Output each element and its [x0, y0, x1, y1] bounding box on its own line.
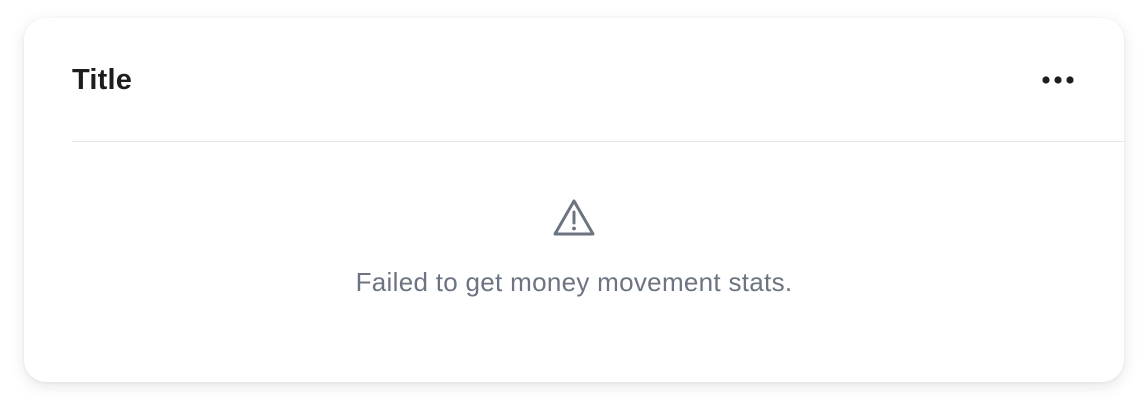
error-message: Failed to get money movement stats.: [355, 267, 793, 297]
more-options-button[interactable]: [1034, 62, 1082, 98]
card-header: Title: [72, 18, 1124, 142]
error-state: Failed to get money movement stats.: [24, 198, 1124, 298]
more-horizontal-icon: [1042, 76, 1074, 84]
card-title: Title: [72, 64, 133, 96]
warning-triangle-icon: [553, 199, 595, 236]
stats-card: Title Failed to get money movement stats…: [24, 18, 1124, 382]
